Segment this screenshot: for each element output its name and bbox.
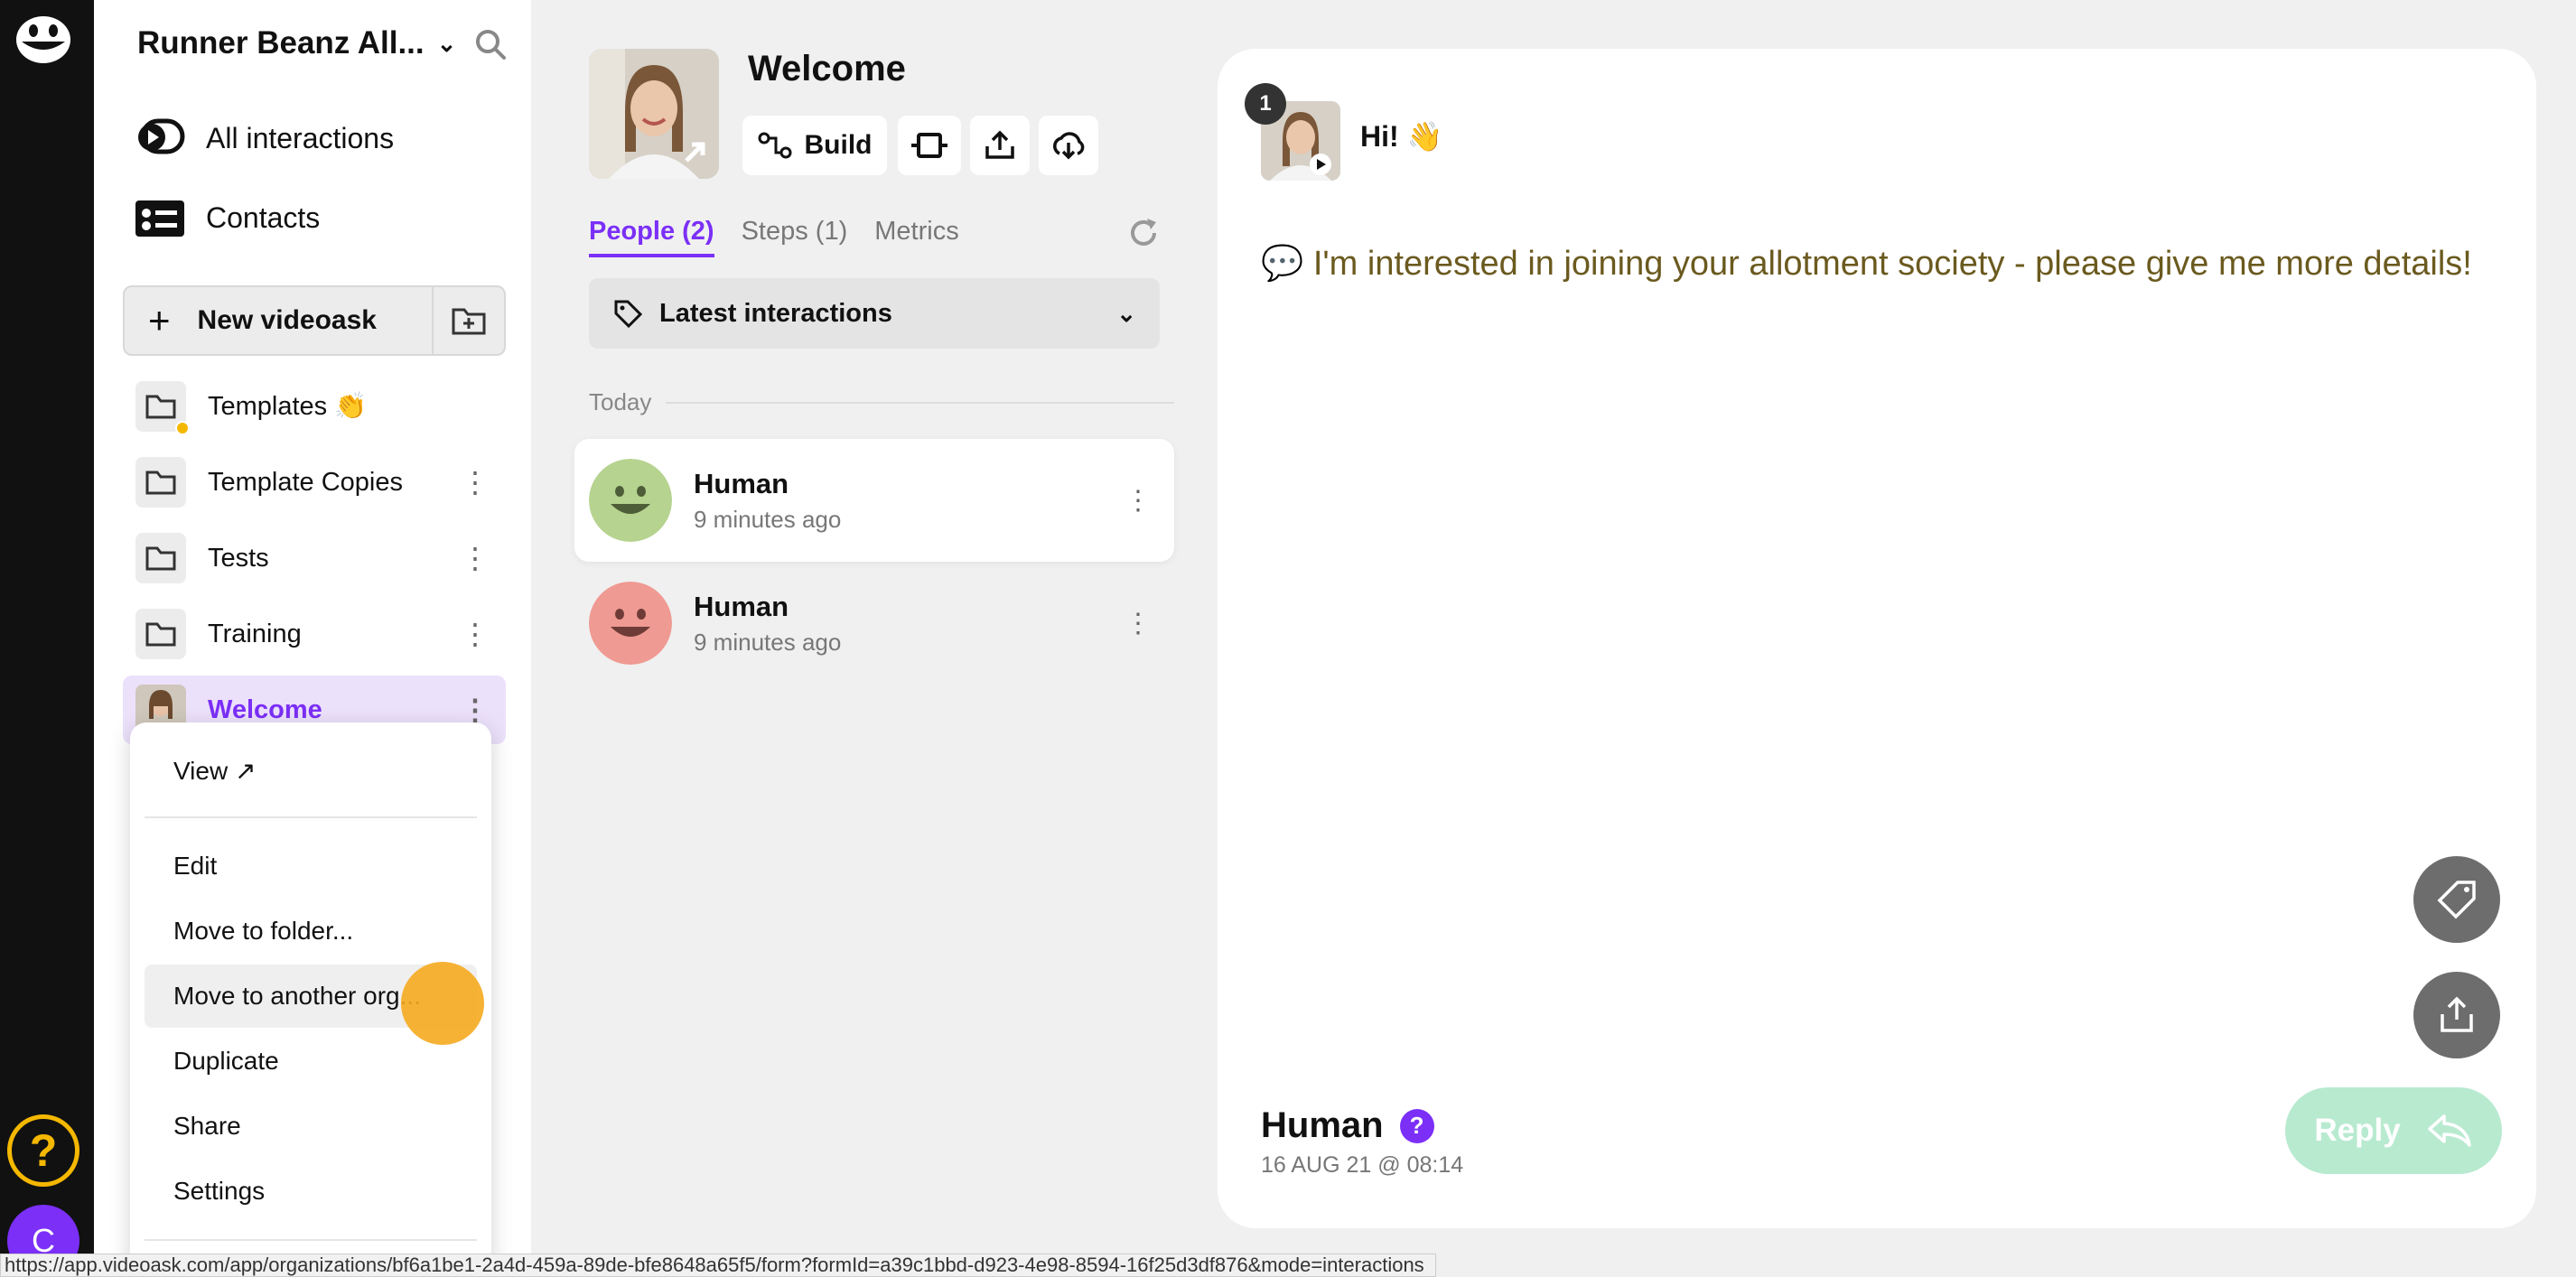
folder-label: Template Copies [208,467,403,497]
unknown-contact-icon[interactable]: ? [1399,1108,1434,1143]
more-options-icon[interactable]: ⋮ [457,541,493,575]
reply-arrow-icon [2427,1114,2471,1147]
nav-label: All interactions [206,121,395,154]
menu-item-settings[interactable]: Settings [145,1160,477,1223]
reply-button[interactable]: Reply [2285,1087,2502,1174]
response-date: 16 AUG 21 @ 08:14 [1261,1152,1464,1178]
person-name: Human [694,590,789,622]
org-name: Runner Beanz All... [137,25,425,61]
menu-divider [145,816,477,818]
folder-item-templates[interactable]: Templates 👏 [123,372,506,441]
notification-dot [175,421,190,435]
plus-icon: + [148,299,171,341]
person-info: Human 9 minutes ago [694,468,1120,534]
more-options-icon[interactable]: ⋮ [1120,608,1156,639]
person-time: 9 minutes ago [694,505,842,533]
embed-button[interactable] [898,116,961,175]
interactions-filter-dropdown[interactable]: Latest interactions ⌄ [589,278,1160,349]
help-button[interactable]: ? [7,1114,79,1187]
date-section-header: Today [589,388,1174,416]
status-bar-url: https://app.videoask.com/app/organizatio… [0,1254,1436,1277]
tag-icon [2437,881,2476,919]
build-button[interactable]: Build [742,116,887,175]
download-button[interactable] [1039,116,1098,175]
reply-label: Reply [2314,1113,2401,1148]
person-time: 9 minutes ago [694,628,842,656]
interaction-detail-panel: 1 Hi! 👋 💬 I'm interested in joining your… [1218,49,2536,1228]
person-name: Human [694,467,789,499]
new-videoask-label: New videoask [197,305,377,335]
folder-label: Templates 👏 [208,392,368,421]
filter-label: Latest interactions [659,298,892,328]
divider [666,401,1174,404]
app-rail: ? C [0,0,94,1277]
contacts-icon [135,200,184,237]
text-response: 💬 I'm interested in joining your allotme… [1261,245,2472,283]
videoask-cover-thumbnail[interactable] [589,49,719,179]
build-flow-icon [758,132,791,159]
step-number-badge: 1 [1245,83,1286,125]
refresh-icon[interactable] [1125,215,1162,251]
folder-item-training[interactable]: Training ⋮ [123,600,506,668]
cloud-download-icon [1053,132,1085,160]
nav-contacts[interactable]: Contacts [134,197,320,238]
new-folder-button[interactable] [432,287,504,354]
chevron-down-icon: ⌄ [1116,299,1136,327]
person-row[interactable]: Human 9 minutes ago ⋮ [574,562,1174,685]
menu-item-share[interactable]: Share [145,1095,477,1158]
videoask-logo-icon[interactable] [14,11,72,65]
menu-item-edit[interactable]: Edit [145,834,477,898]
section-label: Today [589,388,652,415]
people-tabs: People (2) Steps (1) Metrics [589,217,959,257]
tag-icon [614,300,643,329]
chevron-down-icon: ⌄ [436,29,457,57]
org-switcher[interactable]: Runner Beanz All... ⌄ [137,25,456,61]
tab-metrics[interactable]: Metrics [874,217,958,257]
respondent-name-label: Human [1261,1105,1384,1145]
new-videoask-button[interactable]: + New videoask [125,287,432,354]
folder-icon [135,457,186,508]
tab-people[interactable]: People (2) [589,217,714,257]
respondent-name: Human ? [1261,1105,1434,1146]
folder-icon [135,609,186,659]
person-row[interactable]: Human 9 minutes ago ⋮ [574,439,1174,562]
share-button[interactable] [970,116,1030,175]
new-videoask-button-group: + New videoask [123,285,506,356]
upload-share-icon [985,130,1014,159]
build-label: Build [804,130,873,160]
more-options-icon[interactable]: ⋮ [457,617,493,651]
folder-icon [135,381,190,435]
videoask-title: Welcome [748,49,906,89]
tag-button[interactable] [2413,856,2500,943]
folder-plus-icon [452,308,486,335]
share-response-button[interactable] [2413,972,2500,1058]
folder-label: Training [208,619,302,648]
avatar [589,582,672,665]
click-highlight-cursor [401,962,484,1045]
more-options-icon[interactable]: ⋮ [1120,485,1156,517]
menu-item-move-to-folder[interactable]: Move to folder... [145,899,477,963]
avatar [589,459,672,542]
interactions-icon [138,118,185,154]
nav-all-interactions[interactable]: All interactions [134,117,394,159]
folder-icon [135,533,186,583]
nav-label: Contacts [206,200,321,234]
upload-share-icon [2441,996,2473,1032]
embed-icon [911,133,947,158]
person-info: Human 9 minutes ago [694,591,1120,657]
menu-item-view[interactable]: View ↗ [145,739,477,802]
menu-divider [145,1239,477,1241]
folder-item-template-copies[interactable]: Template Copies ⋮ [123,448,506,517]
tab-steps[interactable]: Steps (1) [742,217,848,257]
folder-label: Tests [208,543,269,573]
folder-item-tests[interactable]: Tests ⋮ [123,524,506,592]
more-options-icon[interactable]: ⋮ [457,465,493,499]
step-question: Hi! 👋 [1360,120,1443,153]
folder-label: Welcome [208,694,322,724]
search-icon[interactable] [473,27,508,61]
